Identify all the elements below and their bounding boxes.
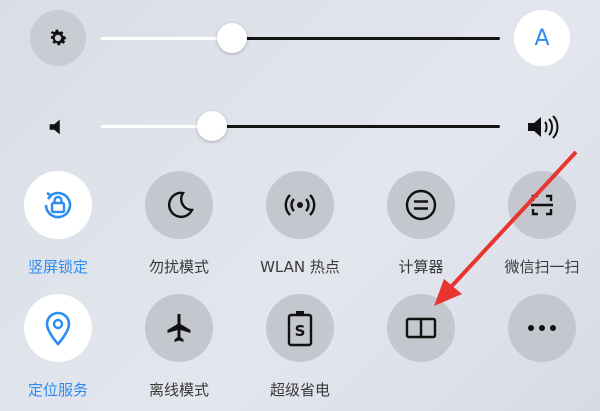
annotation-arrow — [434, 150, 578, 306]
